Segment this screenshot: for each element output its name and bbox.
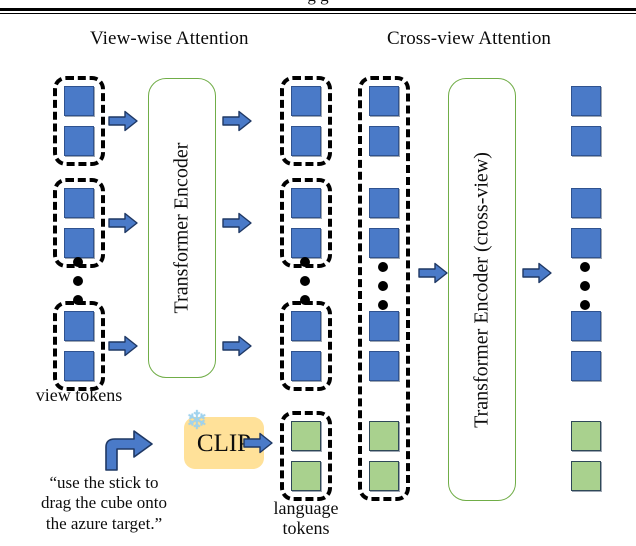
view-token bbox=[64, 86, 94, 116]
view-token bbox=[369, 188, 399, 218]
arrow-right-icon bbox=[418, 262, 448, 284]
language-prompt-line2: drag the cube onto bbox=[40, 493, 168, 513]
section-title-cross-view: Cross-view Attention bbox=[387, 28, 552, 49]
language-token bbox=[369, 461, 399, 491]
output-view-token bbox=[571, 188, 601, 218]
view-token bbox=[291, 351, 321, 381]
snowflake-frozen-icon: ❄ bbox=[186, 406, 208, 435]
output-token-ellipsis bbox=[580, 262, 592, 310]
arrow-right-icon bbox=[222, 110, 252, 132]
arrow-right-icon bbox=[222, 212, 252, 234]
view-token bbox=[369, 351, 399, 381]
transformer-encoder-label: Transformer Encoder bbox=[170, 142, 193, 314]
output-language-token bbox=[571, 421, 601, 451]
header-rule-thin bbox=[0, 13, 636, 14]
output-view-token bbox=[571, 351, 601, 381]
output-view-token bbox=[571, 86, 601, 116]
caption-language-tokens: language tokens bbox=[258, 498, 354, 538]
view-token bbox=[369, 126, 399, 156]
arrow-right-icon bbox=[243, 432, 273, 454]
output-view-token bbox=[571, 126, 601, 156]
arrow-right-icon bbox=[108, 335, 138, 357]
arrow-right-icon bbox=[108, 110, 138, 132]
view-token bbox=[369, 228, 399, 258]
output-language-token bbox=[571, 461, 601, 491]
cropped-heading-text: g g bbox=[0, 0, 636, 6]
view-token bbox=[291, 126, 321, 156]
view-token bbox=[291, 188, 321, 218]
view-token bbox=[291, 228, 321, 258]
view-token bbox=[64, 351, 94, 381]
section-title-view-wise: View-wise Attention bbox=[90, 28, 249, 49]
encoded-token-ellipsis bbox=[300, 257, 312, 305]
view-token bbox=[291, 86, 321, 116]
arrow-right-icon bbox=[222, 335, 252, 357]
curved-arrow-icon bbox=[98, 427, 158, 471]
output-view-token bbox=[571, 228, 601, 258]
language-token bbox=[291, 421, 321, 451]
caption-view-tokens: view tokens bbox=[35, 385, 123, 405]
language-token bbox=[369, 421, 399, 451]
view-token bbox=[369, 311, 399, 341]
transformer-encoder-box: Transformer Encoder bbox=[148, 78, 216, 378]
view-token bbox=[64, 311, 94, 341]
language-token bbox=[291, 461, 321, 491]
view-token bbox=[369, 86, 399, 116]
view-token bbox=[64, 228, 94, 258]
concatenated-token-ellipsis bbox=[378, 262, 390, 310]
cross-view-transformer-encoder-label: Transformer Encoder (cross-view) bbox=[470, 151, 493, 428]
header-rule-thick bbox=[0, 8, 636, 11]
arrow-right-icon bbox=[522, 262, 552, 284]
language-prompt-line3: the azure target.” bbox=[45, 513, 163, 533]
view-token bbox=[64, 126, 94, 156]
view-token-ellipsis bbox=[73, 257, 85, 305]
architecture-diagram: g g View-wise Attention Cross-view Atten… bbox=[0, 0, 636, 546]
language-prompt-line1: “use the stick to bbox=[49, 473, 159, 492]
language-prompt: “use the stick to drag the cube onto the… bbox=[8, 473, 200, 534]
view-token bbox=[291, 311, 321, 341]
view-token bbox=[64, 188, 94, 218]
output-view-token bbox=[571, 311, 601, 341]
caption-language-tokens-line2: tokens bbox=[282, 518, 330, 539]
caption-language-tokens-line1: language bbox=[273, 498, 339, 518]
cross-view-transformer-encoder-box: Transformer Encoder (cross-view) bbox=[448, 78, 516, 501]
arrow-right-icon bbox=[108, 212, 138, 234]
